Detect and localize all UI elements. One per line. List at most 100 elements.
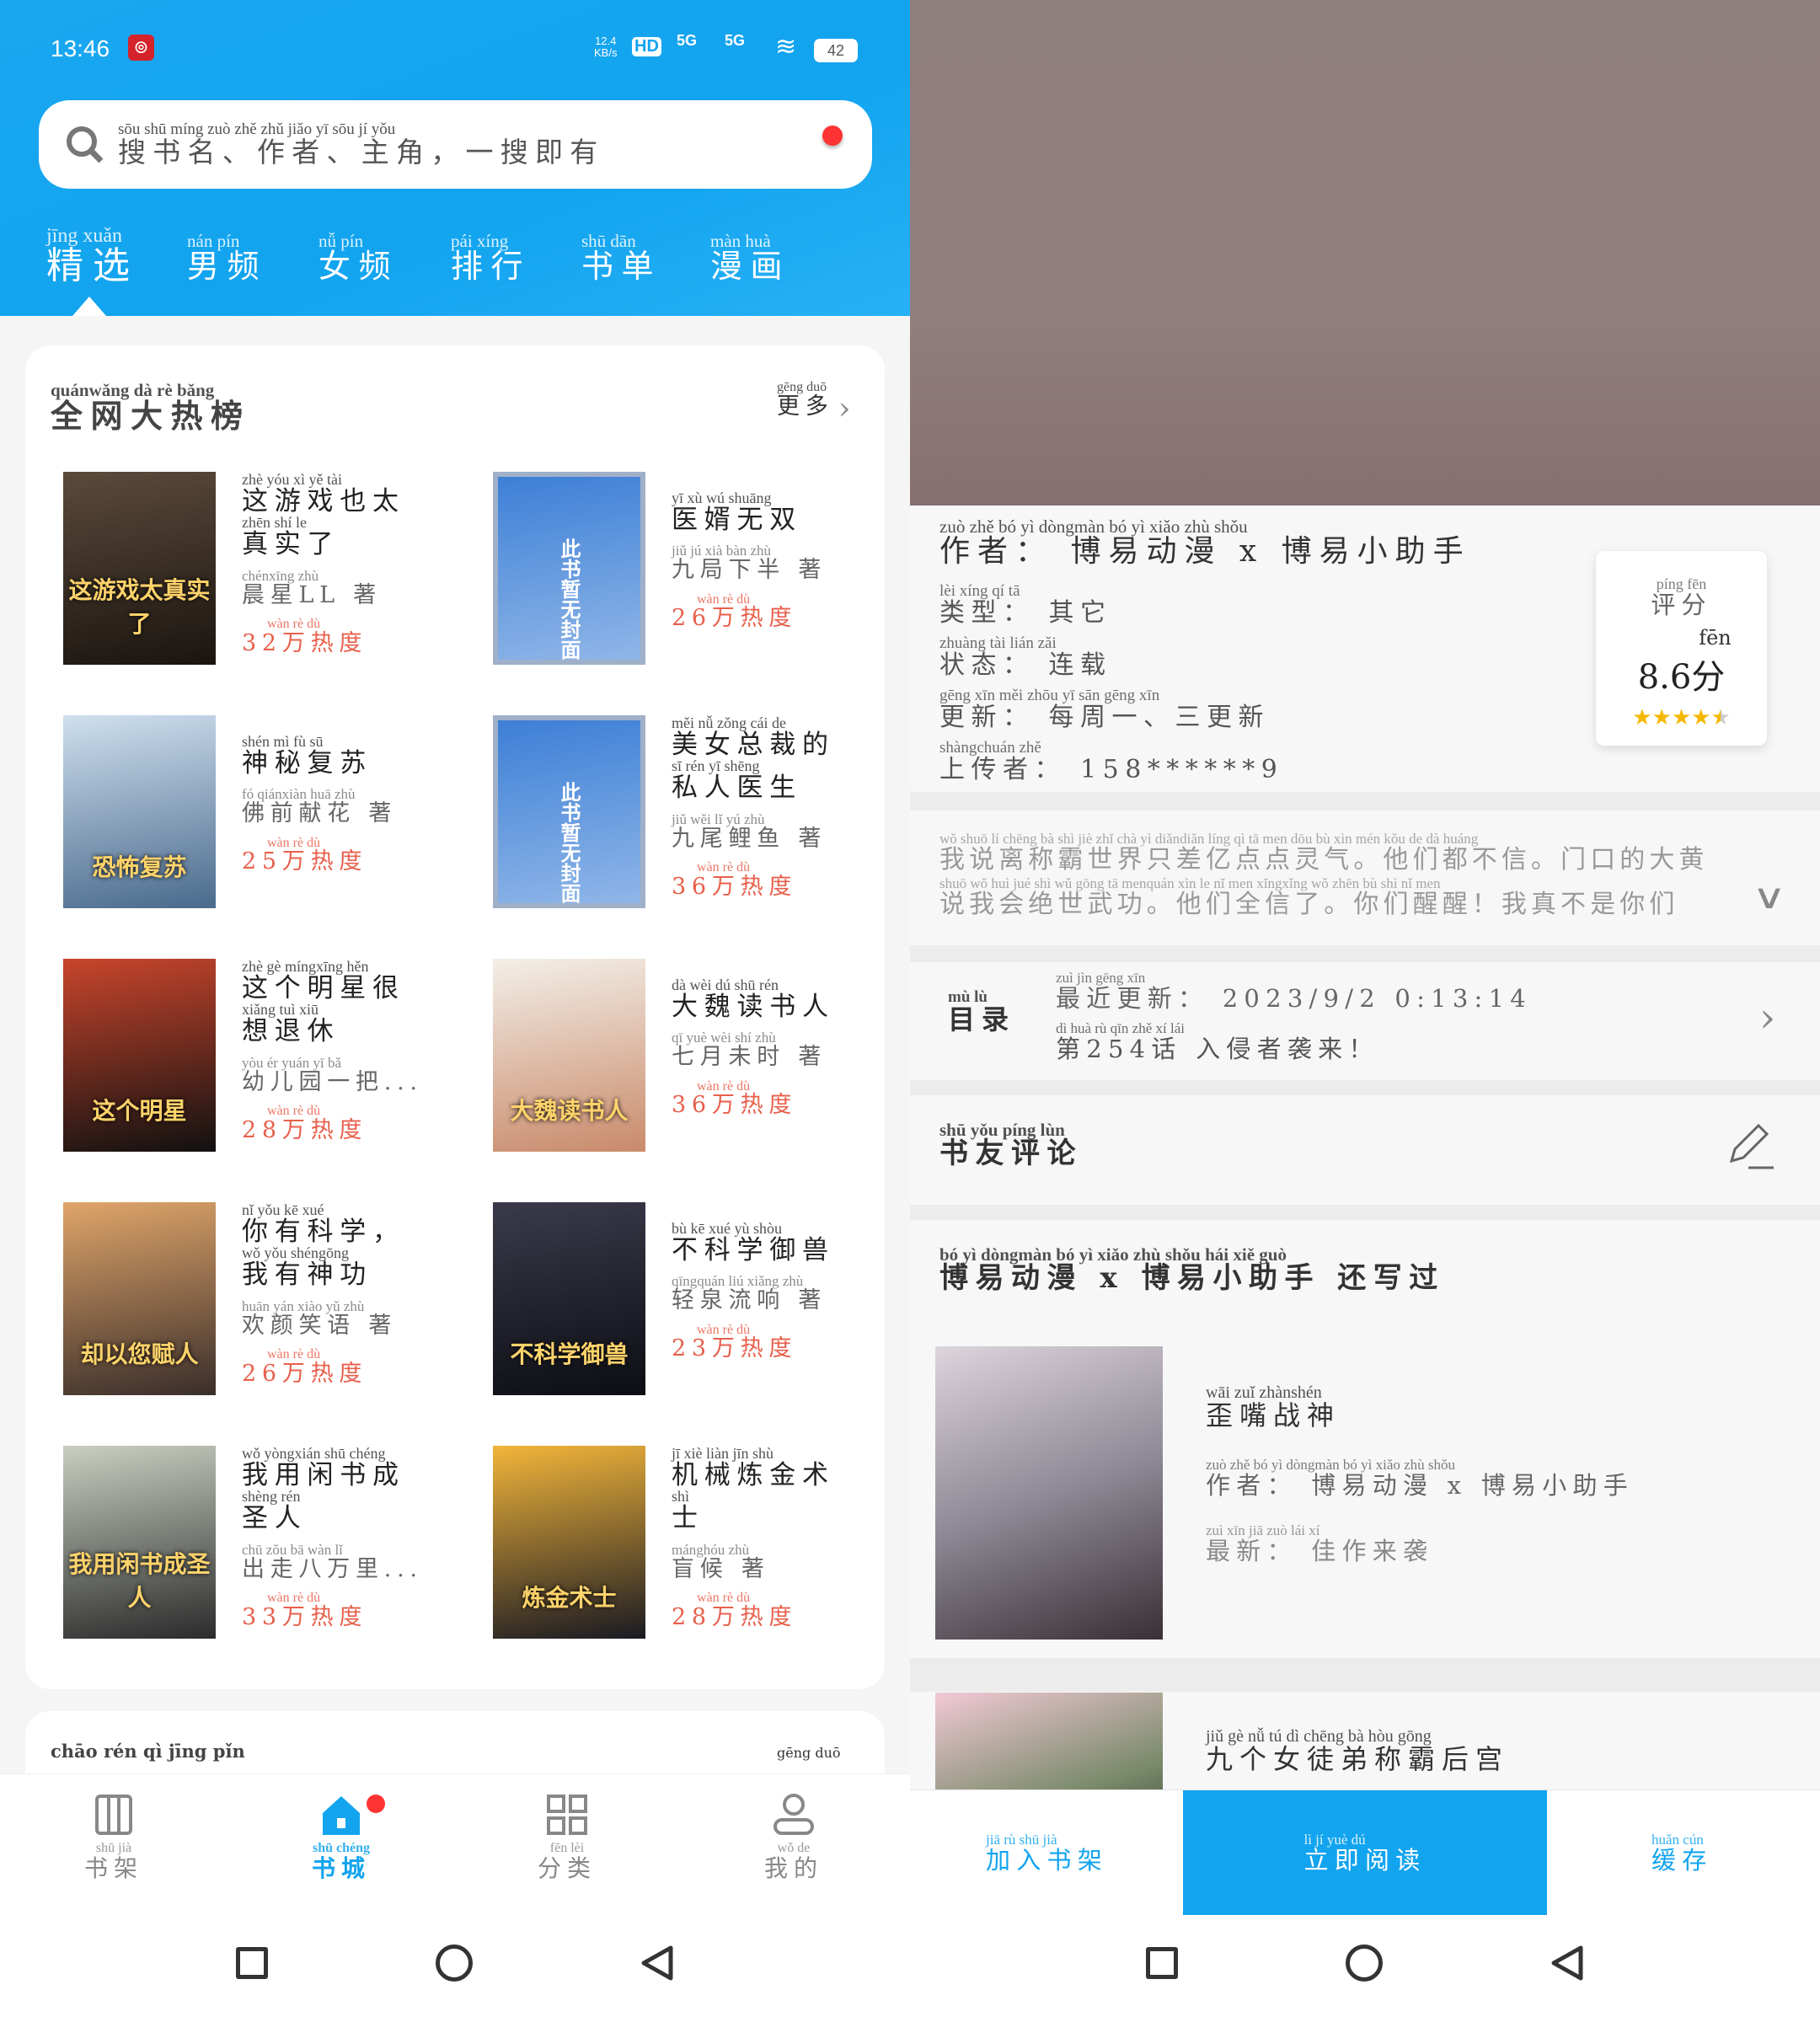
hanzi: 想退休 (242, 1016, 340, 1047)
hanzi: 机械炼金术 (672, 1459, 835, 1490)
recents-button[interactable] (1146, 1947, 1178, 1979)
book-title: zhēn shí le 真实了 (242, 515, 405, 558)
chevron-right-icon[interactable]: › (838, 392, 850, 426)
other-book-title[interactable]: 九个女徒弟称霸后宫 (1206, 1745, 1509, 1774)
book-item[interactable]: 炼金术士 jī xiè liàn jīn shù 机械炼金术 shì 士 mánghóu … (493, 1446, 910, 1648)
book-item[interactable]: 这游戏太真实了 zhè yóu xì yě tài 这游戏也太 zhēn shí le… (63, 472, 484, 674)
book-item[interactable]: 此书暂无封面 yī xù wú shuāng 医婿无双 jiǔ jú xià bàn … (493, 472, 910, 674)
book-author: yòu ér yuán yī bǎ 幼儿园一把... (242, 1056, 423, 1094)
premium-more-link[interactable]: gēng duō (777, 1745, 841, 1761)
catalog-row[interactable]: mù lù 目录 zuì jìn gēng xīn 最近更新： 2023/9/2 0… (910, 962, 1820, 1080)
book-cover[interactable]: 炼金术士 (493, 1446, 645, 1639)
hanzi: 排行 (451, 248, 532, 286)
tab-2[interactable]: nǚ pín 女频 (318, 232, 399, 284)
book-item[interactable]: 我用闲书成圣人 wǒ yòngxián shū chéng 我用闲书成 shèng r… (63, 1446, 484, 1648)
chevron-right-icon[interactable]: › (1759, 994, 1775, 1041)
recents-button[interactable] (236, 1947, 268, 1979)
book-cover[interactable]: 此书暂无封面 (493, 472, 645, 665)
book-item[interactable]: 却以您赋人 nǐ yǒu kē xué 你有科学， wǒ yǒu shéngōng 我有… (63, 1202, 484, 1404)
book-title: nǐ yǒu kē xué 你有科学， (242, 1202, 405, 1245)
author-info[interactable]: zuò zhě bó yì dòngmàn bó yì xiǎo zhù shǒ… (939, 517, 1471, 568)
notification-dot (822, 126, 843, 146)
nav-item-1[interactable]: shū chéng 书城 (291, 1791, 392, 1880)
latest-update: 最近更新： 2023/9/2 0:13:14 (1056, 983, 1532, 1013)
write-review-icon[interactable] (1723, 1121, 1777, 1174)
book-text: zhè gè míngxīng hěn 这个明星很 xiǎng tuì xiū 想退休… (242, 959, 423, 1142)
add-to-shelf-button[interactable]: jiā rù shū jià 加入书架 (986, 1832, 1108, 1874)
book-item[interactable]: 此书暂无封面 měi nǚ zǒng cái de 美女总裁的 sī rén yī s… (493, 715, 910, 917)
book-detail-screen: zuò zhě bó yì dòngmàn bó yì xiǎo zhù shǒ… (910, 0, 1820, 2022)
synopsis-line-2: 说我会绝世武功。他们全信了。你们醒醒！我真不是你们 (939, 889, 1679, 918)
hanzi: 圣人 (242, 1503, 308, 1534)
search-input[interactable]: sōu shū míng zuò zhě zhǔ jiǎo yī sōu jí … (39, 100, 872, 189)
cache-button[interactable]: huǎn cún 缓存 (1651, 1832, 1713, 1874)
also-wrote-pinyin: bó yì dòngmàn bó yì xiǎo zhù shǒu hái xi… (939, 1244, 1287, 1265)
read-now-button[interactable]: lì jí yuè dú 立即阅读 (1183, 1790, 1547, 1916)
tab-5[interactable]: màn huà 漫画 (710, 232, 790, 284)
pinyin: wàn rè dù (697, 1078, 751, 1094)
book-item[interactable]: 这个明星 zhè gè míngxīng hěn 这个明星很 xiǎng tuì xi… (63, 959, 484, 1161)
book-heat: wàn rè dù 36万热度 (672, 1078, 835, 1118)
book-cover[interactable] (935, 1346, 1163, 1640)
pinyin: jīng xuǎn (46, 225, 122, 247)
book-heat: wàn rè dù 25万热度 (242, 836, 397, 875)
back-button[interactable] (639, 1944, 676, 1982)
pinyin: měi nǚ zǒng cái de (672, 714, 786, 731)
divider (910, 1205, 1820, 1220)
bookshelf-icon (95, 1795, 132, 1835)
pinyin: zhè gè míngxīng hěn (242, 958, 369, 975)
hanzi: 36万热度 (672, 873, 798, 900)
tab-1[interactable]: nán pín 男频 (187, 232, 267, 284)
book-cover[interactable]: 这游戏太真实了 (63, 472, 216, 665)
book-cover[interactable]: 我用闲书成圣人 (63, 1446, 216, 1639)
expand-chevron-icon[interactable]: ∨ (1752, 878, 1786, 917)
hanzi: 28万热度 (242, 1116, 368, 1143)
pinyin: fó qiánxiàn huā zhù (242, 786, 356, 803)
tab-3[interactable]: pái xíng 排行 (451, 232, 531, 284)
synopsis-pinyin-2: shuō wǒ huì jué shì wǔ gōng tā menquán x… (939, 876, 1441, 891)
book-author: jiǔ wěi lǐ yú zhù 九尾鲤鱼 著 (672, 812, 835, 851)
tab-0[interactable]: jīng xuǎn 精选 (46, 225, 139, 286)
reviews-title: 书友评论 (939, 1137, 1083, 1171)
book-title: wǒ yǒu shéngōng 我有神功 (242, 1245, 405, 1288)
book-cover[interactable]: 这个明星 (63, 959, 216, 1152)
hanzi: 26万热度 (672, 605, 798, 632)
book-item[interactable]: 不科学御兽 bù kē xué yù shòu 不科学御兽 qīngquán liú … (493, 1202, 910, 1404)
book-cover[interactable]: 大魏读书人 (493, 959, 645, 1152)
book-info: zuò zhě bó yì dòngmàn bó yì xiǎo zhù shǒ… (910, 516, 1820, 792)
hanzi: 书城 (311, 1854, 371, 1882)
book-title: jī xiè liàn jīn shù 机械炼金术 (672, 1446, 835, 1489)
book-heat: wàn rè dù 26万热度 (672, 592, 827, 632)
book-item[interactable]: 恐怖复苏 shén mì fù sū 神秘复苏 fó qiánxiàn huā zhù… (63, 715, 484, 917)
more-link[interactable]: gēng duō 更多 (777, 380, 834, 419)
home-button[interactable] (1346, 1944, 1383, 1982)
nav-item-2[interactable]: fēn lèi 分类 (517, 1791, 618, 1880)
pinyin: fēn lèi (549, 1841, 585, 1855)
reviews-header: shū yǒu píng lùn 书友评论 (910, 1095, 1820, 1205)
book-author: fó qiánxiàn huā zhù 佛前献花 著 (242, 787, 397, 826)
book-cover[interactable]: 此书暂无封面 (493, 715, 645, 908)
nav-item-3[interactable]: wǒ de 我的 (743, 1791, 844, 1880)
book-text: jī xiè liàn jīn shù 机械炼金术 shì 士 mánghóu zhù 盲… (672, 1446, 835, 1629)
pinyin: jiǔ jú xià bàn zhù (672, 543, 772, 559)
synopsis[interactable]: wǒ shuō lí chēng bà shì jiè zhǐ chà yì d… (910, 810, 1820, 945)
book-cover[interactable]: 却以您赋人 (63, 1202, 216, 1395)
other-book-title[interactable]: 歪嘴战神 (1206, 1401, 1341, 1431)
pinyin: sī rén yī shēng (672, 757, 760, 775)
book-heat: wàn rè dù 28万热度 (242, 1104, 423, 1143)
pinyin: shèng rén (242, 1488, 301, 1506)
home-icon (323, 1796, 360, 1835)
book-cover[interactable]: 不科学御兽 (493, 1202, 645, 1395)
book-cover[interactable]: 恐怖复苏 (63, 715, 216, 908)
book-title: shì 士 (672, 1489, 835, 1532)
tab-4[interactable]: shū dān 书单 (581, 232, 661, 284)
home-button[interactable] (436, 1944, 473, 1982)
hanzi: 欢颜笑语 著 (242, 1312, 398, 1339)
star-icon: ★ (1651, 705, 1672, 731)
nav-item-0[interactable]: shū jià 书架 (63, 1791, 164, 1880)
pinyin: wǒ yòngxián shū chéng (242, 1445, 386, 1462)
pinyin: jiǔ wěi lǐ yú zhù (672, 810, 765, 827)
book-title: yī xù wú shuāng 医婿无双 (672, 490, 827, 533)
back-button[interactable] (1549, 1944, 1586, 1982)
book-item[interactable]: 大魏读书人 dà wèi dú shū rén 大魏读书人 qī yuè wèi sh… (493, 959, 910, 1161)
